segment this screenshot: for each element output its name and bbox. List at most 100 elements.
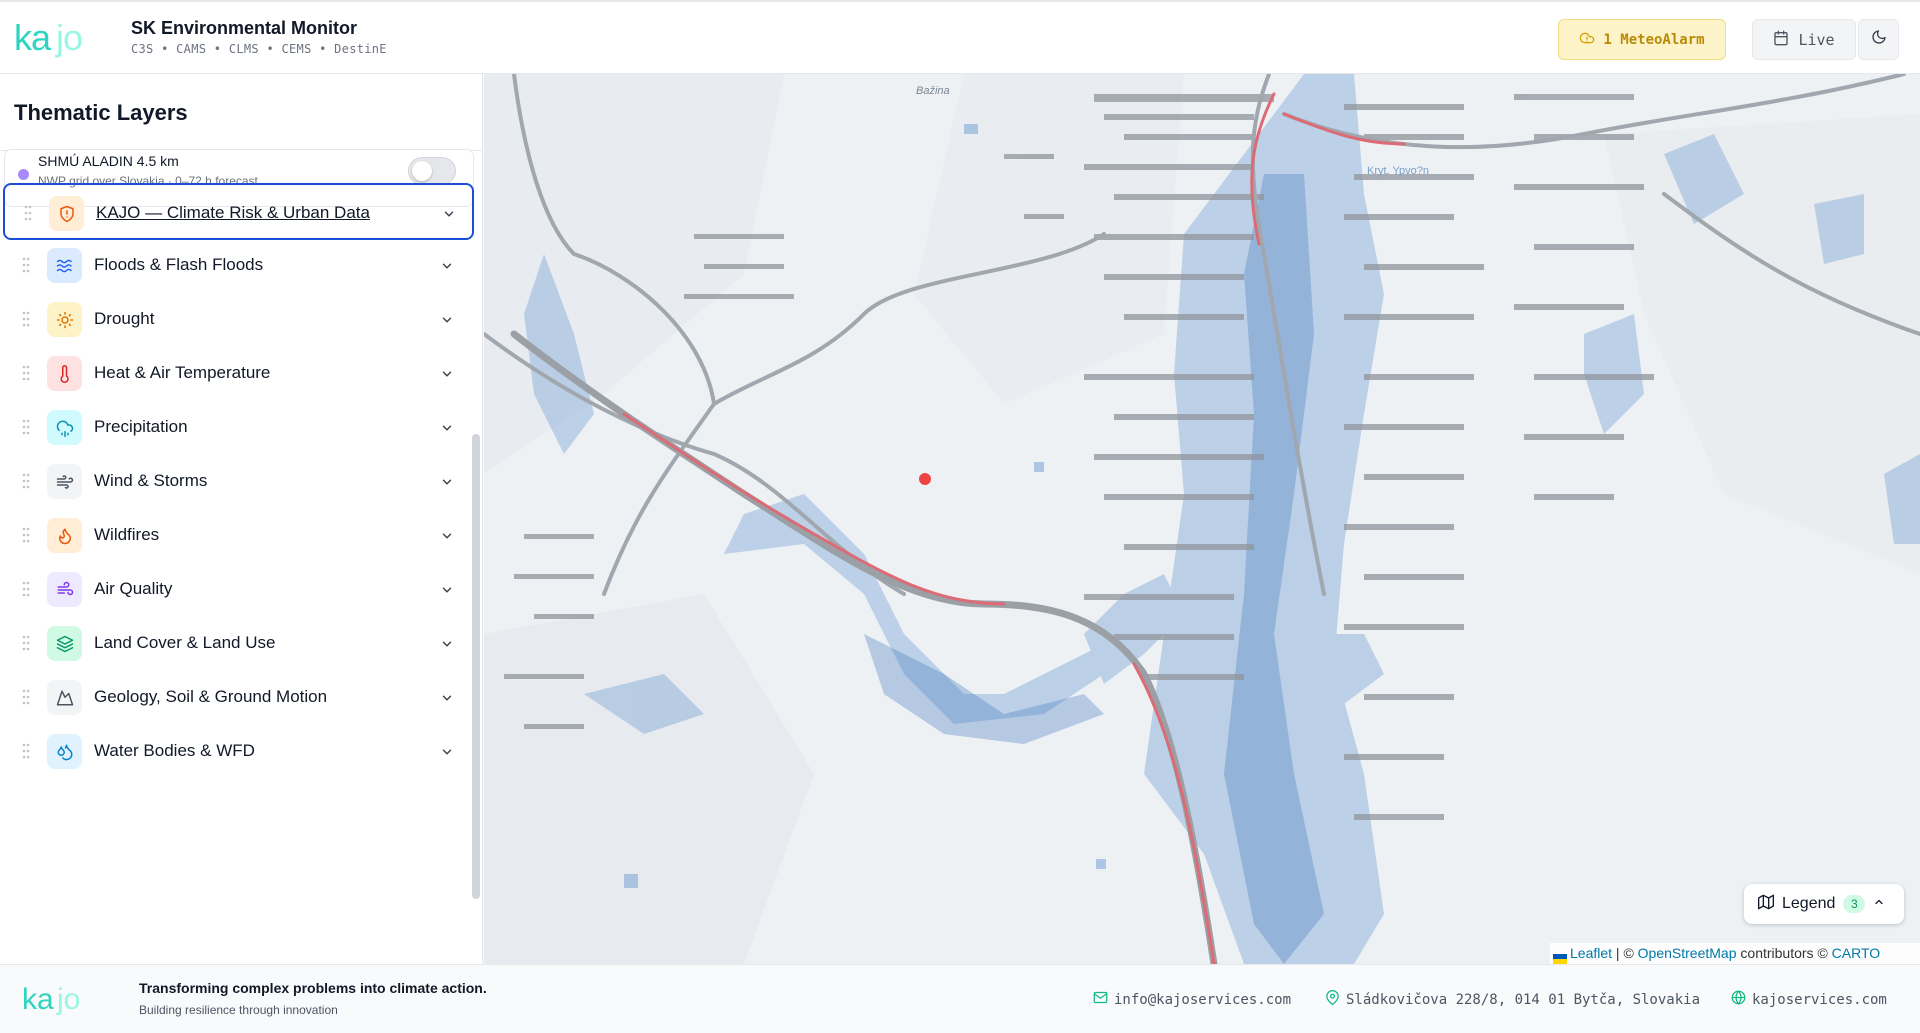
chevron-up-icon bbox=[1873, 895, 1885, 913]
meteoalarm-label: 1 MeteoAlarm bbox=[1603, 31, 1705, 48]
map-icon bbox=[1758, 894, 1774, 915]
layer-group-label: KAJO — Climate Risk & Urban Data bbox=[96, 203, 370, 222]
footer-subtagline: Building resilience through innovation bbox=[139, 1003, 338, 1017]
chevron-down-icon[interactable] bbox=[440, 367, 454, 381]
layer-group-label: Wildfires bbox=[94, 525, 160, 544]
mail-icon bbox=[1093, 990, 1108, 1009]
drag-handle-icon[interactable] bbox=[22, 365, 30, 381]
droplets-icon bbox=[47, 734, 82, 769]
layer-group-label: Floods & Flash Floods bbox=[94, 255, 264, 274]
shield-icon bbox=[49, 196, 84, 231]
map-attribution: Leaflet | © OpenStreetMap contributors ©… bbox=[1550, 943, 1920, 965]
footer-address: Sládkovičova 228/8, 014 01 Bytča, Slovak… bbox=[1325, 990, 1700, 1009]
sidebar-scrollbar[interactable] bbox=[472, 434, 480, 899]
theme-toggle-button[interactable] bbox=[1858, 19, 1899, 60]
legend-button[interactable]: Legend 3 bbox=[1744, 884, 1904, 924]
layer-group-label: Drought bbox=[94, 309, 155, 328]
chevron-down-icon[interactable] bbox=[440, 529, 454, 543]
map-view[interactable]: Bažina Kryt. Ypvo?n Legend 3 bbox=[484, 74, 1920, 964]
ukraine-flag-icon bbox=[1553, 949, 1567, 965]
footer-email[interactable]: info@kajoservices.com bbox=[1093, 990, 1291, 1009]
layer-group-label: Precipitation bbox=[94, 417, 188, 436]
chevron-down-icon[interactable] bbox=[440, 421, 454, 435]
place-label: Kryt. Ypvo?n bbox=[1367, 165, 1429, 177]
calendar-icon bbox=[1773, 30, 1789, 50]
chevron-down-icon[interactable] bbox=[440, 475, 454, 489]
drag-handle-icon[interactable] bbox=[22, 689, 30, 705]
model-layer-toggle[interactable] bbox=[408, 157, 456, 185]
place-label: Bažina bbox=[916, 85, 950, 97]
address-text: Sládkovičova 228/8, 014 01 Bytča, Slovak… bbox=[1346, 991, 1701, 1008]
kajo-footer-logo[interactable]: ka jo bbox=[22, 979, 94, 1019]
legend-label: Legend bbox=[1782, 895, 1836, 912]
chevron-down-icon[interactable] bbox=[440, 313, 454, 327]
flame-icon bbox=[47, 518, 82, 553]
chevron-down-icon[interactable] bbox=[440, 637, 454, 651]
layer-group-land-cover-land-use[interactable]: Land Cover & Land Use bbox=[3, 615, 474, 672]
layers-icon bbox=[47, 626, 82, 661]
drag-handle-icon[interactable] bbox=[22, 257, 30, 273]
drag-handle-icon[interactable] bbox=[22, 581, 30, 597]
layer-group-geology-soil-ground-motion[interactable]: Geology, Soil & Ground Motion bbox=[3, 669, 474, 726]
globe-icon bbox=[1731, 990, 1746, 1009]
layer-group-label: Wind & Storms bbox=[94, 471, 208, 490]
wind-icon bbox=[47, 464, 82, 499]
layer-group-precipitation[interactable]: Precipitation bbox=[3, 399, 474, 456]
layer-group-drought[interactable]: Drought bbox=[3, 291, 474, 348]
map-pin-icon bbox=[1325, 990, 1340, 1009]
leaflet-link[interactable]: Leaflet bbox=[1570, 945, 1612, 961]
website-text: kajoservices.com bbox=[1752, 991, 1887, 1008]
layer-group-label: Land Cover & Land Use bbox=[94, 633, 276, 652]
chevron-down-icon[interactable] bbox=[442, 207, 456, 221]
drag-handle-icon[interactable] bbox=[22, 527, 30, 543]
legend-count-badge: 3 bbox=[1843, 895, 1866, 913]
svg-text:ka: ka bbox=[22, 983, 54, 1016]
drag-handle-icon[interactable] bbox=[22, 473, 30, 489]
chevron-down-icon[interactable] bbox=[440, 583, 454, 597]
layer-group-label: Water Bodies & WFD bbox=[94, 741, 255, 760]
svg-text:ka: ka bbox=[14, 17, 52, 58]
layer-group-label: Air Quality bbox=[94, 579, 173, 598]
map-tiles[interactable]: Bažina Kryt. Ypvo?n bbox=[484, 74, 1920, 964]
live-label: Live bbox=[1798, 30, 1835, 49]
kajo-logo[interactable]: ka jo bbox=[14, 16, 96, 60]
chevron-down-icon[interactable] bbox=[440, 745, 454, 759]
layer-group-water-bodies-wfd[interactable]: Water Bodies & WFD bbox=[3, 723, 474, 780]
model-name: SHMÚ ALADIN 4.5 km bbox=[38, 153, 179, 169]
layer-group-air-quality[interactable]: Air Quality bbox=[3, 561, 474, 618]
attribution-text: contributors © bbox=[1736, 945, 1832, 961]
drag-handle-icon[interactable] bbox=[22, 635, 30, 651]
footer-website[interactable]: kajoservices.com bbox=[1731, 990, 1887, 1009]
layer-group-label: Geology, Soil & Ground Motion bbox=[94, 687, 328, 706]
layer-group-kajo-climate-risk-urban-data[interactable]: KAJO — Climate Risk & Urban Data bbox=[3, 183, 474, 240]
drag-handle-icon[interactable] bbox=[22, 743, 30, 759]
layer-group-heat-air-temperature[interactable]: Heat & Air Temperature bbox=[3, 345, 474, 402]
layer-group-label: Heat & Air Temperature bbox=[94, 363, 271, 382]
drag-handle-icon[interactable] bbox=[24, 205, 32, 221]
air-icon bbox=[47, 572, 82, 607]
moon-icon bbox=[1871, 29, 1887, 50]
model-color-dot bbox=[18, 169, 29, 180]
thematic-layers-panel: Thematic Layers SHMÚ ALADIN 4.5 km NWP g… bbox=[0, 74, 483, 964]
layer-group-floods-flash-floods[interactable]: Floods & Flash Floods bbox=[3, 237, 474, 294]
osm-link[interactable]: OpenStreetMap bbox=[1638, 945, 1737, 961]
mountain-icon bbox=[47, 680, 82, 715]
app-footer: ka jo Transforming complex problems into… bbox=[0, 964, 1920, 1033]
sun-icon bbox=[47, 302, 82, 337]
layer-group-wind-storms[interactable]: Wind & Storms bbox=[3, 453, 474, 510]
thermometer-icon bbox=[47, 356, 82, 391]
footer-tagline: Transforming complex problems into clima… bbox=[139, 980, 487, 996]
drag-handle-icon[interactable] bbox=[22, 311, 30, 327]
carto-link[interactable]: CARTO bbox=[1832, 945, 1881, 961]
chevron-down-icon[interactable] bbox=[440, 259, 454, 273]
live-button[interactable]: Live bbox=[1752, 19, 1856, 60]
meteoalarm-button[interactable]: 1 MeteoAlarm bbox=[1558, 19, 1726, 60]
drag-handle-icon[interactable] bbox=[22, 419, 30, 435]
layer-group-wildfires[interactable]: Wildfires bbox=[3, 507, 474, 564]
app-header: ka jo SK Environmental Monitor C3S • CAM… bbox=[0, 0, 1920, 74]
email-text: info@kajoservices.com bbox=[1114, 991, 1292, 1008]
chevron-down-icon[interactable] bbox=[440, 691, 454, 705]
map-marker[interactable] bbox=[919, 473, 931, 485]
attribution-separator: | © bbox=[1612, 945, 1638, 961]
svg-text:jo: jo bbox=[55, 17, 82, 58]
